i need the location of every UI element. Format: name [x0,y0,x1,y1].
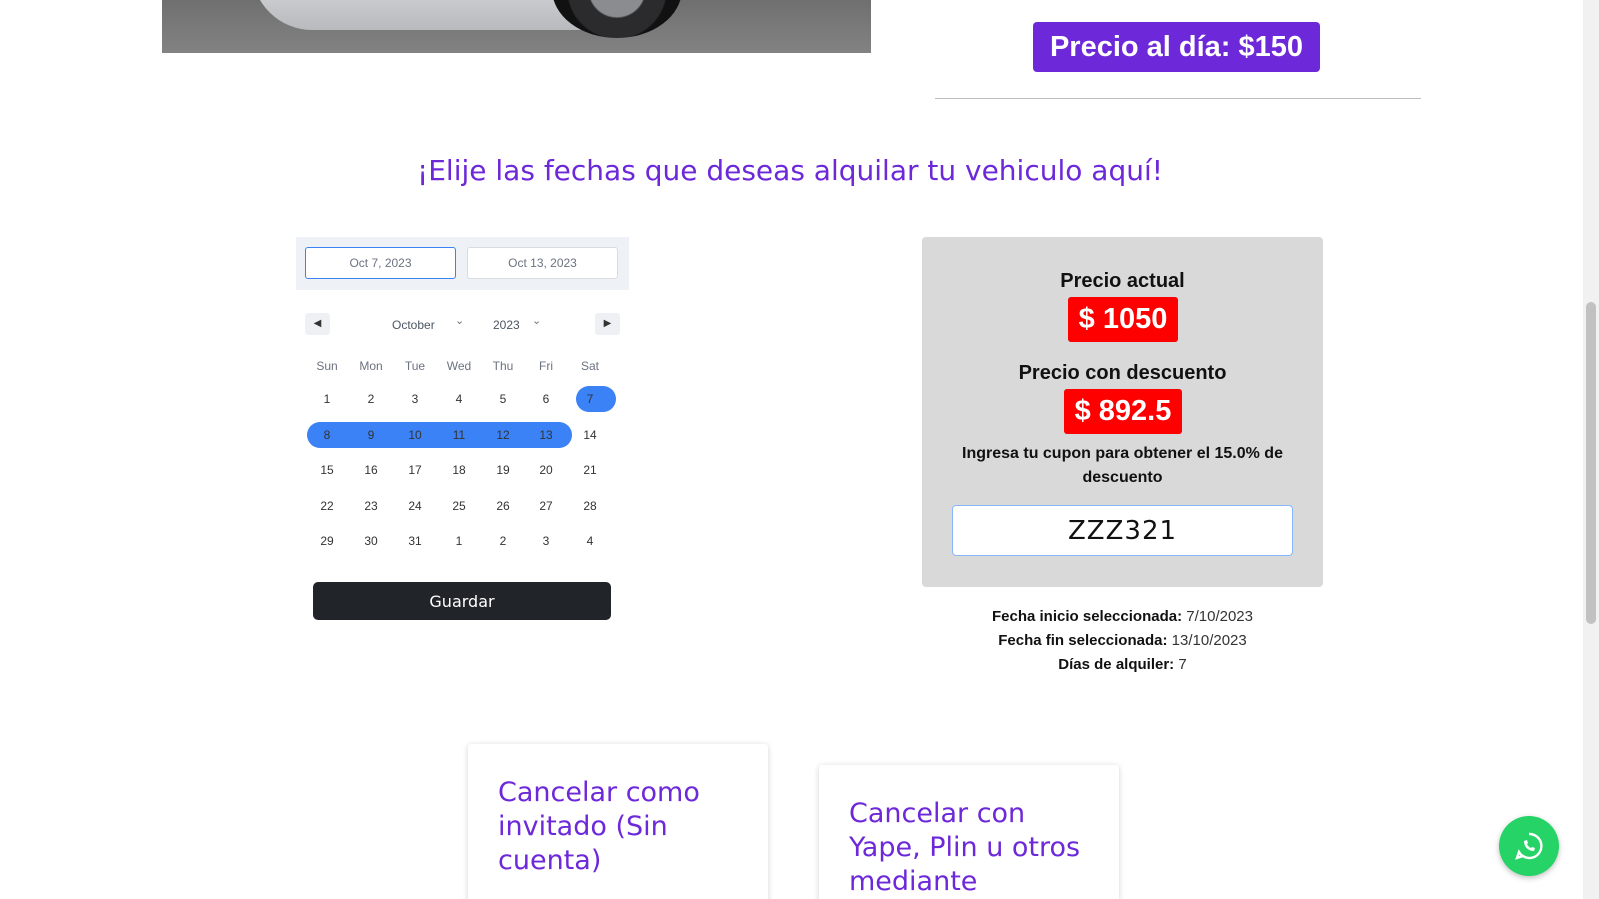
coupon-instructions: Ingresa tu cupon para obtener el 15.0% d… [962,445,1283,486]
start-date-input[interactable]: Oct 7, 2023 [305,247,456,279]
summary-days-label: Días de alquiler: [1058,656,1175,673]
guest-checkout-card[interactable]: Cancelar como invitado (Sin cuenta) [468,744,768,899]
calendar-day[interactable]: 15 [305,457,349,483]
calendar-day[interactable]: 4 [437,386,481,412]
whatsapp-button[interactable] [1499,816,1559,876]
caret-right-icon: ▶ [603,318,612,329]
calendar-day[interactable]: 18 [437,457,481,483]
calendar-day[interactable]: 26 [481,493,525,519]
calendar-day[interactable]: 3 [393,386,437,412]
year-select[interactable]: 2023 [493,318,520,332]
calendar-day[interactable]: 14 [568,422,612,448]
weekday-label: Wed [446,359,472,373]
calendar-day[interactable]: 3 [524,528,568,554]
calendar-day[interactable]: 22 [305,493,349,519]
summary-end-value: 13/10/2023 [1171,632,1247,649]
end-date-input[interactable]: Oct 13, 2023 [467,247,618,279]
calendar-day[interactable]: 21 [568,457,612,483]
car-photo [162,0,871,53]
weekday-label: Fri [539,359,553,373]
discount-price-label: Precio con descuento [1018,362,1227,384]
calendar-day[interactable]: 12 [481,422,525,448]
coupon-input[interactable] [952,505,1293,556]
calendar-day[interactable]: 11 [437,422,481,448]
weekday-label: Sat [580,359,599,373]
summary-end-label: Fecha fin seleccionada: [998,632,1168,649]
current-price-badge: $ 1050 [1068,297,1178,342]
calendar-day[interactable]: 1 [437,528,481,554]
scrollbar[interactable] [1583,0,1599,899]
caret-left-icon: ◀ [313,318,322,329]
car-wheel-shape [552,0,682,38]
calendar-day[interactable]: 23 [349,493,393,519]
discount-price-badge: $ 892.5 [1064,389,1182,434]
calendar-day[interactable]: 28 [568,493,612,519]
calendar-day[interactable]: 9 [349,422,393,448]
guest-checkout-title: Cancelar como invitado (Sin cuenta) [498,777,700,876]
calendar-day[interactable]: 29 [305,528,349,554]
scrollbar-thumb[interactable] [1586,302,1596,624]
price-panel: Precio actual $ 1050 Precio con descuent… [922,237,1323,587]
summary-start-value: 7/10/2023 [1186,608,1253,625]
next-month-button[interactable]: ▶ [595,313,620,335]
divider [935,98,1421,99]
calendar-day[interactable]: 7 [568,386,612,412]
calendar-day[interactable]: 25 [437,493,481,519]
current-price-label: Precio actual [1060,270,1185,292]
calendar-day[interactable]: 5 [481,386,525,412]
weekday-label: Thu [492,359,514,373]
calendar-day[interactable]: 20 [524,457,568,483]
calendar-day[interactable]: 30 [349,528,393,554]
calendar-day[interactable]: 6 [524,386,568,412]
calendar-day[interactable]: 1 [305,386,349,412]
calendar-day[interactable]: 2 [481,528,525,554]
weekday-label: Tue [404,359,426,373]
date-range-bar: Oct 7, 2023 Oct 13, 2023 [296,237,629,290]
calendar-day[interactable]: 27 [524,493,568,519]
calendar-day[interactable]: 8 [305,422,349,448]
prev-month-button[interactable]: ◀ [305,313,330,335]
calendar-day[interactable]: 24 [393,493,437,519]
calendar-day[interactable]: 17 [393,457,437,483]
yape-plin-title: Cancelar con Yape, Plin u otros mediante [849,798,1081,897]
calendar-day[interactable]: 13 [524,422,568,448]
calendar-day[interactable]: 2 [349,386,393,412]
whatsapp-icon [1515,832,1543,860]
page-headline: ¡Elije las fechas que deseas alquilar tu… [417,154,1163,187]
page: Precio al día: $150 ¡Elije las fechas qu… [0,0,1599,899]
weekday-label: Sun [316,359,338,373]
summary-days: Días de alquiler: 7 [922,656,1323,673]
summary-days-value: 7 [1178,656,1187,673]
summary-start: Fecha inicio seleccionada: 7/10/2023 [922,608,1323,625]
calendar-day[interactable]: 31 [393,528,437,554]
save-button[interactable]: Guardar [313,582,611,620]
calendar-day[interactable]: 4 [568,528,612,554]
chevron-down-icon: ⌄ [532,315,542,327]
calendar-day[interactable]: 16 [349,457,393,483]
summary-start-label: Fecha inicio seleccionada: [992,608,1183,625]
calendar-day[interactable]: 10 [393,422,437,448]
summary-end: Fecha fin seleccionada: 13/10/2023 [922,632,1323,649]
weekday-label: Mon [359,359,383,373]
price-per-day-badge: Precio al día: $150 [1033,22,1320,72]
chevron-down-icon: ⌄ [455,315,465,327]
calendar-day[interactable]: 19 [481,457,525,483]
month-select[interactable]: October [392,318,435,332]
yape-plin-card[interactable]: Cancelar con Yape, Plin u otros mediante [819,765,1119,899]
